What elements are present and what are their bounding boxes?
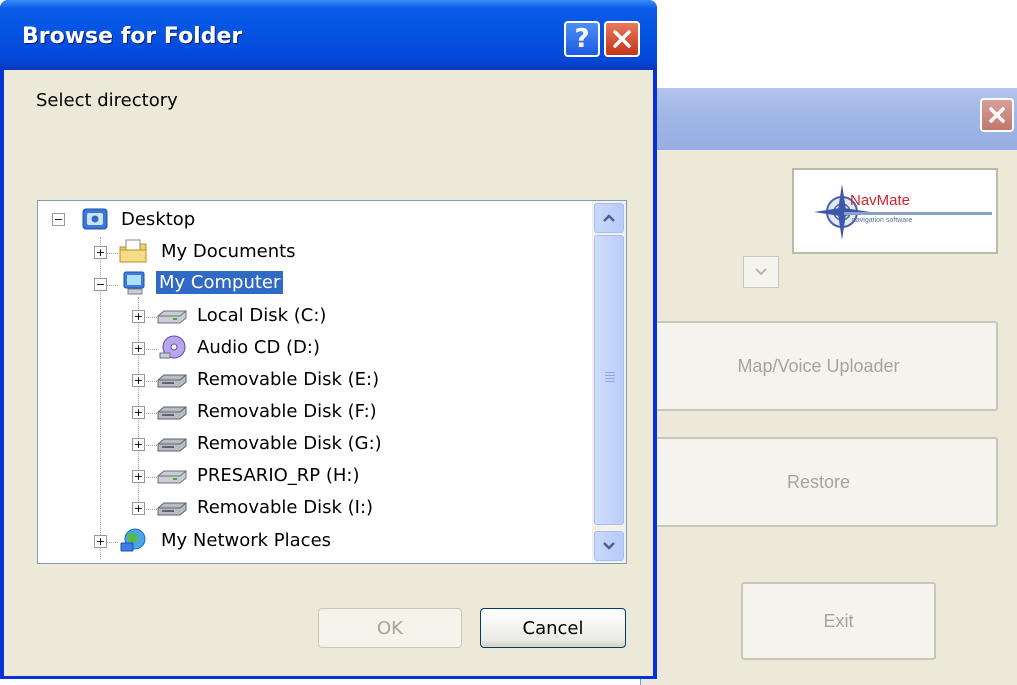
scroll-up-button[interactable] — [594, 203, 624, 233]
expand-toggle[interactable]: + — [132, 406, 145, 419]
collapse-toggle[interactable]: − — [94, 278, 107, 291]
tree-item-label: Removable Disk (F:) — [197, 401, 377, 422]
help-button[interactable]: ? — [564, 21, 600, 57]
tree-item-label: My Documents — [161, 241, 296, 262]
ok-button[interactable]: OK — [318, 608, 462, 648]
tree-item-local-disk-c[interactable]: + Local Disk (C:) — [38, 301, 438, 331]
grip-line — [605, 378, 615, 379]
scroll-down-button[interactable] — [594, 531, 624, 561]
close-button[interactable] — [604, 21, 640, 57]
expand-toggle[interactable]: + — [94, 246, 107, 259]
expand-toggle[interactable]: + — [132, 374, 145, 387]
dialog-prompt: Select directory — [36, 90, 178, 111]
cancel-button[interactable]: Cancel — [480, 608, 626, 648]
tree-item-audio-cd-d[interactable]: + Audio CD (D:) — [38, 333, 438, 363]
removable-disk-icon — [157, 502, 187, 516]
collapse-toggle[interactable]: − — [52, 213, 65, 226]
tree-item-presario-rp-h[interactable]: + PRESARIO_RP (H:) — [38, 461, 438, 491]
dialog-title: Browse for Folder — [22, 24, 243, 49]
chevron-down-icon — [603, 542, 615, 550]
expand-toggle[interactable]: + — [94, 535, 107, 548]
folder-documents-icon — [119, 239, 147, 263]
tree-item-label: Removable Disk (E:) — [197, 369, 380, 390]
logo-rule — [844, 212, 992, 215]
tree-item-removable-disk-e[interactable]: + Removable Disk (E:) — [38, 365, 438, 395]
tree-item-label: My Network Places — [161, 530, 332, 551]
removable-disk-icon — [157, 438, 187, 452]
removable-disk-icon — [157, 406, 187, 420]
combo-dropdown-button[interactable] — [743, 256, 779, 288]
tree-item-label: Local Disk (C:) — [197, 305, 327, 326]
expand-toggle[interactable]: + — [132, 310, 145, 323]
removable-disk-icon — [157, 374, 187, 388]
navmate-close-button[interactable] — [980, 98, 1014, 132]
chevron-down-icon — [755, 268, 767, 276]
expand-toggle[interactable]: + — [132, 502, 145, 515]
expand-toggle[interactable]: + — [132, 342, 145, 355]
expand-toggle[interactable]: + — [132, 438, 145, 451]
grip-line — [605, 381, 615, 382]
tree-item-my-documents[interactable]: + My Documents — [38, 237, 438, 267]
navmate-window: NavMate navigation software Map/Voice Up… — [640, 88, 1017, 685]
logo-brand: NavMate — [850, 192, 911, 209]
navmate-titlebar — [641, 88, 1017, 150]
tree-item-label: Removable Disk (I:) — [197, 497, 374, 518]
computer-icon — [123, 271, 145, 295]
cd-drive-icon — [159, 335, 186, 359]
grip-line — [605, 375, 615, 376]
tree-item-my-computer[interactable]: − My Computer — [38, 269, 438, 299]
desktop-icon — [82, 208, 108, 230]
close-icon — [989, 107, 1005, 123]
hard-disk-icon — [157, 470, 187, 484]
exit-button[interactable]: Exit — [741, 582, 936, 660]
browse-for-folder-dialog: Browse for Folder ? Select directory − D… — [0, 0, 657, 679]
chevron-up-icon — [603, 214, 615, 222]
tree-item-desktop[interactable]: − Desktop — [38, 205, 438, 235]
tree-item-label: PRESARIO_RP (H:) — [197, 465, 360, 486]
help-icon: ? — [574, 24, 590, 54]
tree-item-label: Removable Disk (G:) — [197, 433, 382, 454]
tree-scrollbar[interactable] — [592, 201, 626, 563]
restore-button[interactable]: Restore — [641, 437, 998, 527]
grip-line — [605, 372, 615, 373]
tree-item-my-network-places[interactable]: + My Network Places — [38, 526, 438, 556]
expand-toggle[interactable]: + — [132, 470, 145, 483]
tree-item-label: Desktop — [121, 209, 196, 230]
close-icon — [613, 30, 631, 48]
dialog-titlebar[interactable]: Browse for Folder ? — [0, 0, 657, 70]
tree-item-label: My Computer — [156, 271, 284, 294]
navmate-logo: NavMate navigation software — [792, 168, 998, 254]
tree-item-removable-disk-i[interactable]: + Removable Disk (I:) — [38, 493, 438, 523]
tree-item-label: Audio CD (D:) — [197, 337, 321, 358]
hard-disk-icon — [157, 310, 187, 324]
tree-item-removable-disk-f[interactable]: + Removable Disk (F:) — [38, 397, 438, 427]
network-places-icon — [120, 528, 146, 552]
map-voice-uploader-button[interactable]: Map/Voice Uploader — [641, 321, 998, 411]
scroll-thumb[interactable] — [594, 235, 624, 525]
tree-item-removable-disk-g[interactable]: + Removable Disk (G:) — [38, 429, 438, 459]
dialog-body: Select directory − Desktop + My Document… — [4, 70, 653, 676]
folder-tree[interactable]: − Desktop + My Documents − My Computer +… — [37, 200, 627, 564]
logo-tagline: navigation software — [852, 217, 913, 224]
